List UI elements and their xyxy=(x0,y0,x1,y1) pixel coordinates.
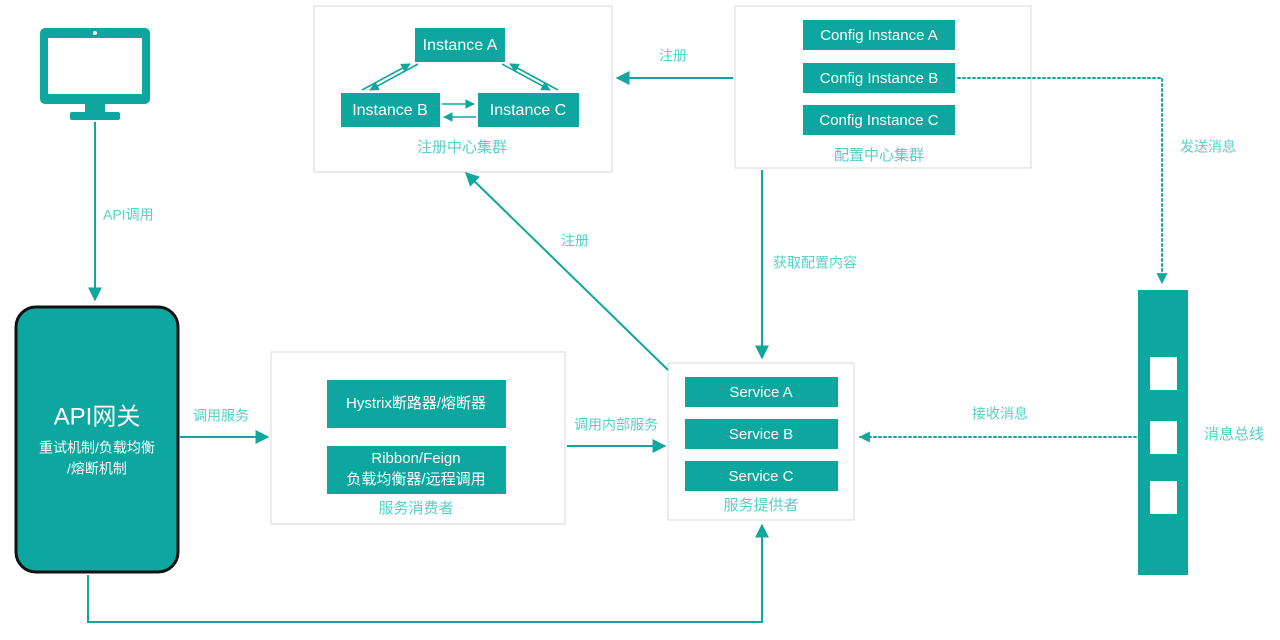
edge-gateway-to-consumer-label: 调用服务 xyxy=(193,408,249,424)
edge-consumer-to-provider-label: 调用内部服务 xyxy=(574,417,658,433)
api-gateway-title: API网关 xyxy=(54,403,141,430)
client-monitor xyxy=(40,28,150,120)
service-c-node: Service C xyxy=(685,461,838,491)
edge-gateway-to-provider-return xyxy=(87,523,769,623)
edge-provider-to-registry: 注册 xyxy=(464,172,669,371)
registry-center-cluster: Instance A Instance B Instance C 注册中心集群 xyxy=(313,5,613,173)
edge-instance-a-c xyxy=(501,63,559,91)
config-instance-c-label: Config Instance C xyxy=(819,112,938,129)
registry-instance-c: Instance C xyxy=(478,93,579,127)
service-consumer-caption: 服务消费者 xyxy=(378,500,453,517)
service-b-node: Service B xyxy=(685,419,838,449)
edge-consumer-to-provider: 调用内部服务 xyxy=(567,417,667,453)
edge-client-to-gateway-label: API调用 xyxy=(103,207,154,223)
config-instance-a-label: Config Instance A xyxy=(820,27,938,44)
architecture-diagram: Instance A Instance B Instance C 注册中心集群 xyxy=(0,0,1280,640)
edge-gateway-to-consumer: 调用服务 xyxy=(180,408,270,444)
desktop-monitor-icon xyxy=(40,28,150,120)
edge-client-to-gateway: API调用 xyxy=(88,122,154,302)
registry-instance-a-label: Instance A xyxy=(423,37,498,54)
edge-config-to-registry-label: 注册 xyxy=(659,48,687,64)
edge-config-to-provider-label: 获取配置内容 xyxy=(773,255,857,271)
consumer-hystrix-label: Hystrix断路器/熔断器 xyxy=(346,395,486,412)
architecture-canvas: Instance A Instance B Instance C 注册中心集群 xyxy=(14,5,1264,623)
registry-instance-b: Instance B xyxy=(341,93,440,127)
edge-instance-a-b xyxy=(361,63,419,91)
api-gateway-subtitle-line2: /熔断机制 xyxy=(67,461,127,477)
edge-bus-to-provider-label: 接收消息 xyxy=(972,406,1028,422)
consumer-ribbon-label-line1: Ribbon/Feign xyxy=(371,450,460,467)
consumer-ribbon-node: Ribbon/Feign 负载均衡器/远程调用 xyxy=(327,446,506,494)
edge-instance-b-c xyxy=(442,99,476,122)
service-provider-caption: 服务提供者 xyxy=(723,497,798,514)
edge-bus-to-provider: 接收消息 xyxy=(858,406,1137,443)
consumer-hystrix-node: Hystrix断路器/熔断器 xyxy=(327,380,506,428)
service-b-label: Service B xyxy=(729,426,793,443)
edge-provider-to-registry-label: 注册 xyxy=(561,233,589,249)
edge-config-to-registry: 注册 xyxy=(615,48,733,85)
api-gateway: API网关 重试机制/负载均衡 /熔断机制 xyxy=(14,305,180,574)
edge-config-to-bus-label: 发送消息 xyxy=(1180,139,1236,155)
edge-config-to-provider: 获取配置内容 xyxy=(755,170,857,360)
config-cluster-caption: 配置中心集群 xyxy=(834,147,924,164)
message-bus: 消息总线 xyxy=(1138,290,1264,575)
edge-config-to-bus: 发送消息 xyxy=(957,77,1236,285)
service-a-label: Service A xyxy=(729,384,792,401)
registry-instance-c-label: Instance C xyxy=(490,102,566,119)
service-c-label: Service C xyxy=(728,468,793,485)
api-gateway-subtitle-line1: 重试机制/负载均衡 xyxy=(39,440,155,456)
registry-instance-b-label: Instance B xyxy=(352,102,428,119)
service-a-node: Service A xyxy=(685,377,838,407)
config-instance-a: Config Instance A xyxy=(803,20,955,50)
message-bus-caption: 消息总线 xyxy=(1204,426,1264,443)
config-instance-b: Config Instance B xyxy=(803,63,955,93)
config-instance-b-label: Config Instance B xyxy=(820,70,938,87)
registry-cluster-caption: 注册中心集群 xyxy=(417,139,507,156)
consumer-ribbon-label-line2: 负载均衡器/远程调用 xyxy=(346,471,485,488)
service-provider-group: Service A Service B Service C 服务提供者 xyxy=(667,362,855,521)
config-instance-c: Config Instance C xyxy=(803,105,955,135)
registry-instance-a: Instance A xyxy=(415,28,505,62)
config-center-cluster: Config Instance A Config Instance B Conf… xyxy=(734,5,1032,169)
service-consumer-group: Hystrix断路器/熔断器 Ribbon/Feign 负载均衡器/远程调用 服… xyxy=(270,351,566,525)
